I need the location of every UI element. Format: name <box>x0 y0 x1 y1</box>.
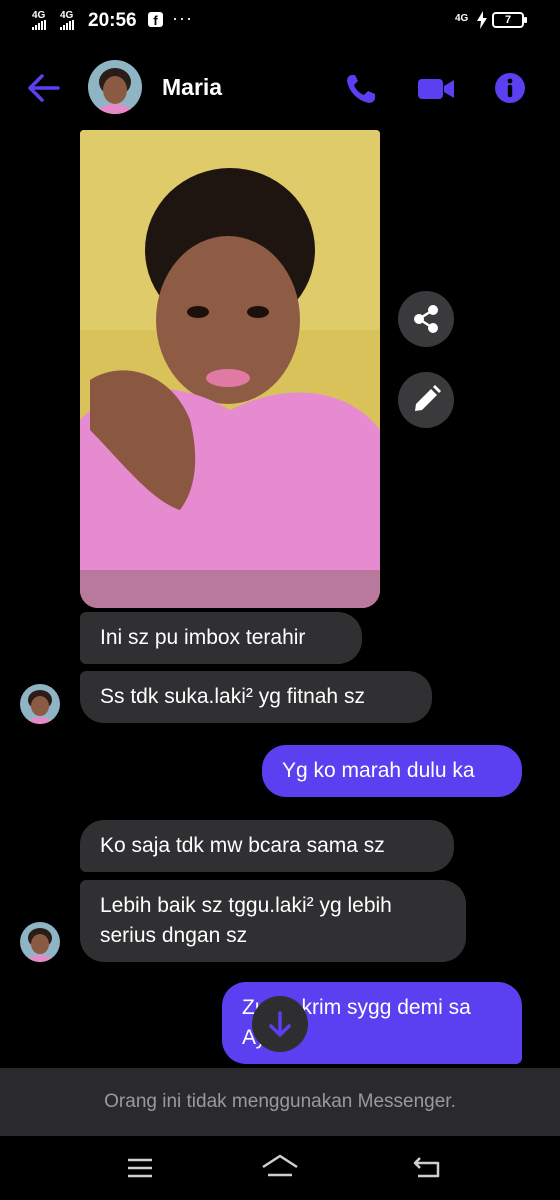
conversation-header: Maria <box>0 44 560 132</box>
home-icon[interactable] <box>260 1152 300 1182</box>
sent-message[interactable]: Yg ko marah dulu ka <box>262 745 522 797</box>
edit-photo-button[interactable] <box>398 372 454 428</box>
back-arrow-icon[interactable] <box>24 70 64 106</box>
phone-icon[interactable] <box>344 72 378 106</box>
contact-avatar-small[interactable] <box>20 684 60 724</box>
arrow-down-icon <box>269 1011 291 1037</box>
scroll-to-bottom-button[interactable] <box>252 996 308 1052</box>
menu-icon[interactable] <box>126 1156 154 1180</box>
charging-icon <box>477 11 487 29</box>
shared-photo[interactable] <box>80 130 380 608</box>
back-icon[interactable] <box>412 1154 442 1180</box>
more-notifications-indicator: ··· <box>172 8 193 28</box>
video-camera-icon[interactable] <box>416 74 456 104</box>
battery-icon: 7 <box>492 12 527 28</box>
pencil-icon <box>415 385 441 411</box>
received-message[interactable]: Ko saja tdk mw bcara sama sz <box>80 820 454 872</box>
signal-icon <box>32 20 46 30</box>
received-message[interactable]: Lebih baik sz tggu.laki² yg lebih serius… <box>80 880 466 962</box>
info-icon[interactable] <box>494 72 526 104</box>
contact-avatar[interactable] <box>88 60 142 114</box>
signal-icon <box>60 20 74 30</box>
messenger-notice-bar: Orang ini tidak menggunakan Messenger. <box>0 1068 560 1136</box>
share-button[interactable] <box>398 291 454 347</box>
share-icon <box>414 305 438 333</box>
system-navigation-bar <box>0 1136 560 1200</box>
notice-text: Orang ini tidak menggunakan Messenger. <box>104 1091 456 1112</box>
received-message[interactable]: Ss tdk suka.laki² yg fitnah sz <box>80 671 432 723</box>
facebook-icon: f <box>148 12 163 27</box>
received-message[interactable]: Ini sz pu imbox terahir <box>80 612 362 664</box>
contact-name[interactable]: Maria <box>162 74 222 101</box>
contact-avatar-small[interactable] <box>20 922 60 962</box>
status-time: 20:56 <box>88 10 137 31</box>
status-bar: 4G 4G 20:56 f ··· 4G 7 <box>0 0 560 44</box>
network-label: 4G <box>455 13 469 24</box>
